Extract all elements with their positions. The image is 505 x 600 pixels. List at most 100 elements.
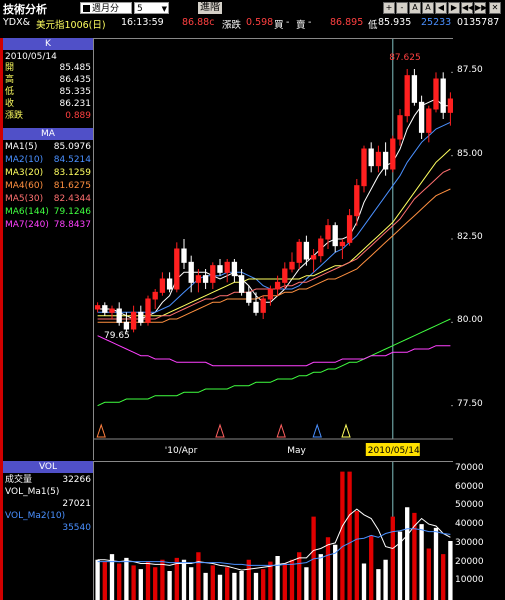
candle-body [289, 261, 295, 270]
ma-row: MA2(10) 84.5214 [5, 155, 91, 166]
zoom-out-button[interactable]: - [396, 2, 408, 14]
quote-name: 美元指1006(日) [36, 20, 106, 31]
volume-bar [275, 556, 280, 600]
zoom-in-button[interactable]: + [383, 2, 395, 14]
selected-date-label: 2010/05/14 [368, 446, 420, 456]
scroll-right-button[interactable]: ▶ [448, 2, 460, 14]
k-row-low: 低 85.335 [5, 87, 91, 97]
vol-row-ma1-value: 27021 [62, 499, 91, 509]
checkbox-icon[interactable] [83, 5, 90, 12]
signal-marker-icon [276, 423, 286, 438]
volume-bar [189, 567, 194, 600]
volume-bar [138, 569, 143, 600]
quote-ask-label: 賣 [296, 20, 306, 31]
quote-bid: - [286, 17, 290, 28]
advanced-button[interactable]: 進階 [198, 2, 222, 14]
vol-tick-label: 50000 [455, 500, 484, 511]
vol-row-volume: 成交量 32266 [5, 475, 91, 485]
ma-row-value: 82.4344 [53, 194, 91, 204]
candle-body [310, 255, 317, 260]
period-value-select[interactable]: 5 ▼ [134, 2, 169, 14]
candle-body [368, 148, 374, 167]
ma-row-value: 79.1246 [53, 207, 91, 217]
k-date: 2010/05/14 [5, 52, 57, 62]
candle-body [346, 215, 353, 243]
volume-bar [203, 572, 208, 600]
vol-ma2-line [97, 528, 451, 566]
volume-bar [448, 541, 453, 600]
candle-body [426, 108, 432, 133]
quote-bar: YDX& 美元指1006(日) 16:13:59 86.88c 漲跌 0.598… [0, 16, 505, 31]
candle-body [260, 298, 266, 313]
volume-bar [354, 511, 359, 600]
candle-body [440, 78, 446, 113]
period-type-label: 週月分 [92, 4, 120, 14]
quote-low: 85.935 [378, 17, 412, 28]
candle-body [210, 265, 216, 283]
candle-body [123, 321, 130, 330]
period-type-select[interactable]: 週月分 [80, 2, 132, 14]
k-row-open: 開 85.485 [5, 63, 91, 73]
close-button[interactable]: ✕ [489, 2, 501, 14]
volume-bar [95, 559, 100, 600]
volume-bar [167, 571, 172, 600]
y-tick-label: 85.00 [457, 148, 483, 159]
candle-body [152, 291, 158, 300]
vol-row-ma2: VOL_Ma2(10) [5, 511, 66, 521]
ma-row-value: 84.5214 [53, 155, 91, 165]
y-tick-label: 80.00 [457, 315, 483, 326]
candle-body [145, 298, 151, 323]
price-chart[interactable]: 87.625 79.65 '10/Apr May 2010/05/14 [93, 38, 453, 460]
font-large-button[interactable]: A [409, 2, 421, 14]
candle-body [303, 241, 310, 260]
vol-panel: 成交量 32266 VOL_Ma1(5) 27021 VOL_Ma2(10) 35… [3, 473, 93, 543]
candle-body [354, 185, 360, 217]
vol-panel-header: VOL [3, 461, 93, 473]
volume-bar [376, 569, 381, 600]
candle-body [390, 138, 396, 170]
volume-bar [261, 569, 266, 600]
vol-tick-label: 10000 [455, 575, 484, 586]
volume-chart[interactable] [93, 461, 453, 600]
signal-marker-icon [341, 423, 351, 438]
volume-bar [196, 552, 201, 600]
scroll-last-button[interactable]: ▶▶ [474, 2, 487, 14]
scroll-first-button[interactable]: ◀◀ [461, 2, 474, 14]
ma-row-value: 85.0976 [53, 142, 91, 152]
volume-bar [102, 561, 107, 600]
candle-body [166, 278, 173, 290]
volume-bar [347, 471, 352, 600]
y-tick-label: 87.50 [457, 65, 483, 76]
ma-line [97, 121, 451, 313]
candle-body [130, 311, 137, 330]
volume-bar [217, 574, 223, 600]
volume-bar [160, 559, 165, 600]
ma-row-value: 81.6275 [53, 181, 91, 191]
font-small-button[interactable]: A [422, 2, 434, 14]
signal-marker-icon [215, 423, 225, 438]
ma-row-value: 78.8437 [53, 220, 91, 230]
candle-body [109, 308, 115, 313]
quote-change-label: 漲跌 [222, 20, 242, 31]
ma-row-label: MA2(10) [5, 155, 44, 165]
candle-body [246, 291, 252, 303]
ma-row-label: MA5(30) [5, 194, 44, 204]
volume-bar [117, 563, 122, 600]
quote-low-label: 低 [368, 20, 378, 31]
quote-last: 86.88c [182, 17, 215, 28]
ma-line [97, 148, 451, 317]
candle-body [296, 241, 302, 263]
volume-bar [325, 537, 331, 600]
ma-row-label: MA1(5) [5, 142, 38, 152]
volume-bar [289, 559, 295, 600]
volume-bar [433, 527, 439, 600]
ma-line [97, 168, 451, 320]
scroll-left-button[interactable]: ◀ [435, 2, 447, 14]
ma-row-label: MA4(60) [5, 181, 44, 191]
candle-body [116, 308, 122, 323]
high-annotation: 87.625 [389, 53, 421, 63]
volume-bar [297, 552, 302, 600]
quote-change: 0.598 [246, 17, 274, 28]
volume-bar [131, 565, 136, 600]
ma-line [97, 318, 451, 407]
